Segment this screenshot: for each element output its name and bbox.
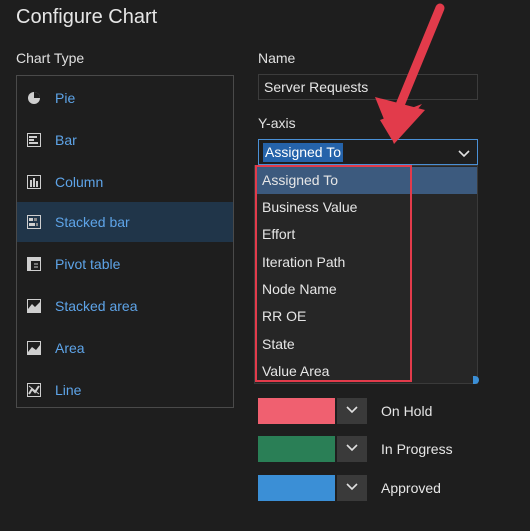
chart-type-stacked-area-label: Stacked area <box>55 298 138 314</box>
chart-type-pivot-table[interactable]: Pivot table <box>17 244 233 284</box>
yaxis-option-node-name[interactable]: Node Name <box>257 276 477 303</box>
chart-type-area[interactable]: Area <box>17 328 233 368</box>
on-hold-color-picker-button[interactable] <box>337 398 367 424</box>
in-progress-color-picker-button[interactable] <box>337 436 367 462</box>
yaxis-option-state[interactable]: State <box>257 331 477 358</box>
in-progress-label: In Progress <box>381 441 453 457</box>
yaxis-option-assigned-to[interactable]: Assigned To <box>257 167 477 194</box>
series-color-row: On Hold <box>258 398 432 424</box>
approved-label: Approved <box>381 480 441 496</box>
scroll-indicator <box>473 376 479 384</box>
chart-type-pivot-table-label: Pivot table <box>55 256 121 272</box>
chart-type-bar-label: Bar <box>55 132 77 148</box>
yaxis-option-iteration-path[interactable]: Iteration Path <box>257 249 477 276</box>
chart-type-line[interactable]: Line <box>17 370 233 410</box>
in-progress-color-swatch[interactable] <box>258 436 335 462</box>
yaxis-dropdown-list: Assigned To Business Value Effort Iterat… <box>254 165 478 384</box>
series-color-row: In Progress <box>258 436 453 462</box>
series-color-row: Approved <box>258 475 441 501</box>
dialog-title: Configure Chart <box>16 6 158 28</box>
chevron-down-icon <box>345 440 359 458</box>
chart-type-stacked-area[interactable]: Stacked area <box>17 286 233 326</box>
area-chart-icon <box>27 341 41 355</box>
yaxis-label: Y-axis <box>258 115 296 131</box>
annotation-arrow-icon <box>370 0 460 155</box>
yaxis-selected-value: Assigned To <box>263 143 344 162</box>
stacked-bar-icon <box>27 215 41 229</box>
on-hold-label: On Hold <box>381 403 433 419</box>
approved-color-swatch[interactable] <box>258 475 335 501</box>
pie-chart-icon <box>27 91 41 105</box>
name-label: Name <box>258 50 296 66</box>
chart-type-stacked-bar-label: Stacked bar <box>55 214 130 230</box>
bar-chart-icon <box>27 133 41 147</box>
approved-color-picker-button[interactable] <box>337 475 367 501</box>
yaxis-option-business-value[interactable]: Business Value <box>257 194 477 221</box>
yaxis-option-effort[interactable]: Effort <box>257 221 477 248</box>
chart-type-stacked-bar[interactable]: Stacked bar <box>17 202 233 242</box>
chart-type-list: Pie Bar Column Stacked bar Pivot table S… <box>16 75 234 408</box>
pivot-table-icon <box>27 257 41 271</box>
chart-type-column[interactable]: Column <box>17 162 233 202</box>
chart-type-area-label: Area <box>55 340 85 356</box>
chart-type-column-label: Column <box>55 174 104 190</box>
chevron-down-icon <box>345 402 359 420</box>
yaxis-option-rr-oe[interactable]: RR OE <box>257 303 477 330</box>
chevron-down-icon <box>345 479 359 497</box>
line-chart-icon <box>27 383 41 397</box>
chart-type-bar[interactable]: Bar <box>17 120 233 160</box>
column-chart-icon <box>27 175 41 189</box>
stacked-area-icon <box>27 299 41 313</box>
chart-type-line-label: Line <box>55 382 82 398</box>
chart-type-pie-label: Pie <box>55 90 76 106</box>
chart-type-pie[interactable]: Pie <box>17 78 233 118</box>
yaxis-option-value-area[interactable]: Value Area <box>257 358 477 385</box>
on-hold-color-swatch[interactable] <box>258 398 335 424</box>
chart-type-label: Chart Type <box>16 50 85 66</box>
